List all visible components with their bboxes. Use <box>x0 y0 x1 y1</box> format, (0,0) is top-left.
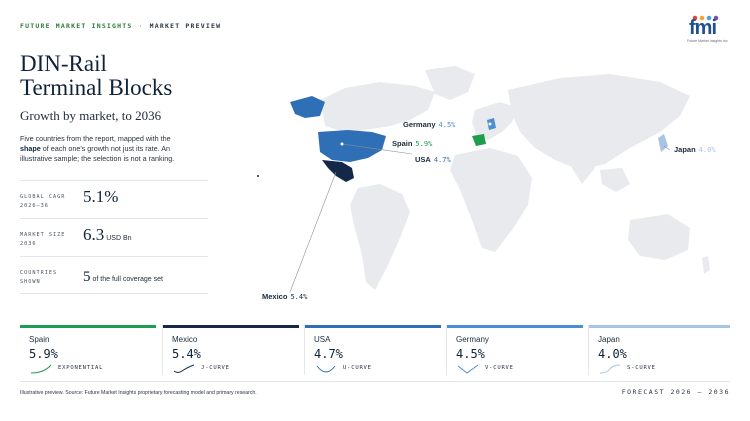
fmi-logo[interactable]: fmi Future Market Insights Inc. <box>687 14 731 44</box>
logo-text: fmi <box>689 17 717 39</box>
land-masses <box>320 66 710 290</box>
callout-country: Spain <box>392 139 413 148</box>
stat-number: 6.3 <box>83 225 105 244</box>
callout-country: Japan <box>674 145 696 154</box>
card-name: USA <box>314 335 331 344</box>
card-mexico[interactable]: Mexico 5.4% J-CURVE <box>163 325 299 378</box>
card-name: Mexico <box>172 335 198 344</box>
card-shape-label: J-CURVE <box>201 365 230 371</box>
region-alaska <box>290 96 325 118</box>
j-curve-icon <box>173 364 195 373</box>
header-bar: FUTURE MARKET INSIGHTS · MARKET PREVIEW <box>20 22 221 30</box>
callout-pct: 4.5% <box>438 121 456 129</box>
leader-mexico <box>289 171 337 293</box>
card-value: 4.7% <box>314 347 343 361</box>
stat-label-line-1: GLOBAL CAGR <box>20 194 66 200</box>
u-curve-icon <box>316 365 336 373</box>
description-bold: shape <box>20 144 41 153</box>
callout-japan: Japan 4.0% <box>674 145 716 154</box>
card-name: Spain <box>29 335 50 344</box>
stat-value: 6.3 USD Bn <box>83 225 132 245</box>
v-curve-icon <box>457 364 479 374</box>
stat-label-line-2: SHOWN <box>20 279 41 285</box>
stat-label: MARKET SIZE 2036 <box>20 231 80 249</box>
card-name: Germany <box>456 335 489 344</box>
region-spain <box>472 134 486 146</box>
header-separator: · <box>138 22 144 30</box>
stat-label-line-1: MARKET SIZE <box>20 232 66 238</box>
title-line-1: DIN-Rail <box>20 51 107 76</box>
stat-market-size: MARKET SIZE 2036 6.3 USD Bn <box>20 218 208 255</box>
card-value: 4.0% <box>598 347 627 361</box>
world-map <box>257 66 710 293</box>
brand-label: FUTURE MARKET INSIGHTS <box>20 22 133 30</box>
card-usa[interactable]: USA 4.7% U-CURVE <box>305 325 441 378</box>
land-australia <box>628 214 690 260</box>
footer-rule <box>20 381 730 382</box>
stat-value: 5 of the full coverage set <box>83 269 163 286</box>
s-curve-icon <box>599 364 621 374</box>
card-value: 4.5% <box>456 347 485 361</box>
card-germany[interactable]: Germany 4.5% V-CURVE <box>447 325 583 378</box>
description-part-1: Five countries from the report, mapped w… <box>20 134 171 143</box>
region-usa <box>318 130 386 162</box>
stat-label: COUNTRIES SHOWN <box>20 269 80 287</box>
germany-marker <box>488 122 492 126</box>
callout-pct: 5.9% <box>415 140 433 148</box>
callout-country: Germany <box>403 120 436 129</box>
card-spain[interactable]: Spain 5.9% EXPONENTIAL <box>20 325 156 378</box>
callout-germany: Germany 4.5% <box>403 120 455 129</box>
land-se-asia <box>600 168 630 192</box>
usa-marker <box>340 142 344 146</box>
footer-note: Illustrative preview. Source: Future Mar… <box>20 390 257 396</box>
stat-label: GLOBAL CAGR 2026–36 <box>20 193 80 211</box>
description: Five countries from the report, mapped w… <box>20 134 190 164</box>
card-value: 5.4% <box>172 347 201 361</box>
stat-label-line-2: 2036 <box>20 241 37 247</box>
description-part-2: of each one's growth not just its rate. … <box>20 144 175 163</box>
callout-pct: 5.4% <box>290 293 308 301</box>
card-japan[interactable]: Japan 4.0% S-CURVE <box>589 325 730 378</box>
callout-pct: 4.0% <box>698 146 716 154</box>
card-shape-label: S-CURVE <box>627 365 656 371</box>
page-subtitle: Growth by market, to 2036 <box>20 108 162 123</box>
stat-value: 5.1% <box>83 187 119 206</box>
logo-subtext: Future Market Insights Inc. <box>687 39 729 43</box>
stat-unit: of the full coverage set <box>92 276 163 283</box>
stat-countries-shown: COUNTRIES SHOWN 5 of the full coverage set <box>20 256 208 294</box>
title-line-2: Terminal Blocks <box>20 75 173 100</box>
card-shape-label: U-CURVE <box>343 365 372 371</box>
stat-label-line-1: COUNTRIES <box>20 270 58 276</box>
stat-unit: USD Bn <box>106 235 132 242</box>
stat-number: 5 <box>83 269 91 285</box>
card-shape-label: V-CURVE <box>485 365 514 371</box>
land-asia <box>508 74 690 170</box>
exponential-curve-icon <box>30 364 52 374</box>
callout-mexico: Mexico 5.4% <box>262 292 307 301</box>
stat-label-line-2: 2026–36 <box>20 203 49 209</box>
land-new-zealand <box>702 256 710 274</box>
card-shape-label: EXPONENTIAL <box>58 365 104 371</box>
forecast-label: FORECAST 2026 – 2036 <box>621 388 730 396</box>
region-japan <box>658 134 668 152</box>
country-cards: Spain 5.9% EXPONENTIAL Mexico 5.4% J-CUR… <box>20 325 730 375</box>
stat-global-cagr: GLOBAL CAGR 2026–36 5.1% <box>20 180 208 217</box>
section-label: MARKET PREVIEW <box>149 22 222 30</box>
card-name: Japan <box>598 335 620 344</box>
callout-spain: Spain 5.9% <box>392 139 432 148</box>
callout-country: USA <box>415 155 431 164</box>
map-dot <box>257 175 259 177</box>
callout-pct: 4.7% <box>433 156 451 164</box>
land-africa <box>450 148 532 252</box>
page-title: DIN-Rail Terminal Blocks <box>20 52 230 100</box>
callout-country: Mexico <box>262 292 288 301</box>
land-south-america <box>350 184 410 290</box>
card-value: 5.9% <box>29 347 58 361</box>
region-mexico <box>322 160 354 182</box>
callout-usa: USA 4.7% <box>415 155 451 164</box>
